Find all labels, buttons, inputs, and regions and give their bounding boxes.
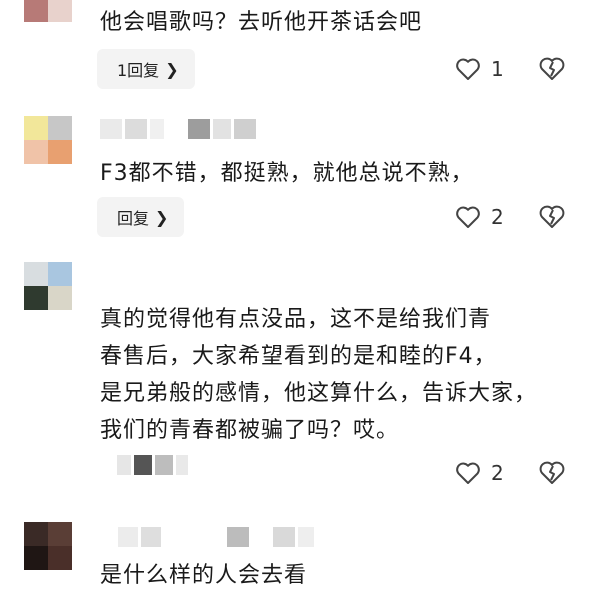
broken-heart-icon[interactable] <box>538 203 566 231</box>
like-count: 1 <box>491 57 504 81</box>
avatar[interactable] <box>24 262 72 310</box>
avatar[interactable] <box>24 522 72 570</box>
like-count: 2 <box>491 205 504 229</box>
avatar[interactable] <box>24 116 72 164</box>
comment-text: 他会唱歌吗？去听他开茶话会吧 <box>100 10 423 35</box>
heart-outline-icon <box>456 462 480 484</box>
username-blurred[interactable] <box>118 527 314 547</box>
comment-text: F3都不错，都挺熟，就他总说不熟， <box>100 161 474 186</box>
comment-text: 真的觉得他有点没品，这不是给我们青 春售后，大家希望看到的是和睦的F4， 是兄弟… <box>100 307 538 443</box>
chevron-right-icon: ❯ <box>165 59 179 79</box>
reply-label: 回复 <box>117 209 150 228</box>
comment-text: 是什么样的人会去看 <box>100 563 308 588</box>
reply-button[interactable]: 回复 ❯ <box>97 197 185 237</box>
broken-heart-icon[interactable] <box>538 55 566 83</box>
like-button[interactable]: 2 <box>455 197 504 237</box>
chevron-right-icon: ❯ <box>155 207 169 227</box>
username-blurred[interactable] <box>117 455 188 475</box>
broken-heart-icon[interactable] <box>538 459 566 487</box>
heart-outline-icon <box>456 206 480 228</box>
like-button[interactable]: 1 <box>455 49 504 89</box>
reply-label: 1回复 <box>117 61 160 80</box>
username-blurred[interactable] <box>100 119 256 139</box>
heart-outline-icon <box>456 58 480 80</box>
like-count: 2 <box>491 461 504 485</box>
like-button[interactable]: 2 <box>455 453 504 493</box>
reply-button[interactable]: 1回复 ❯ <box>97 49 195 89</box>
avatar[interactable] <box>24 0 72 22</box>
